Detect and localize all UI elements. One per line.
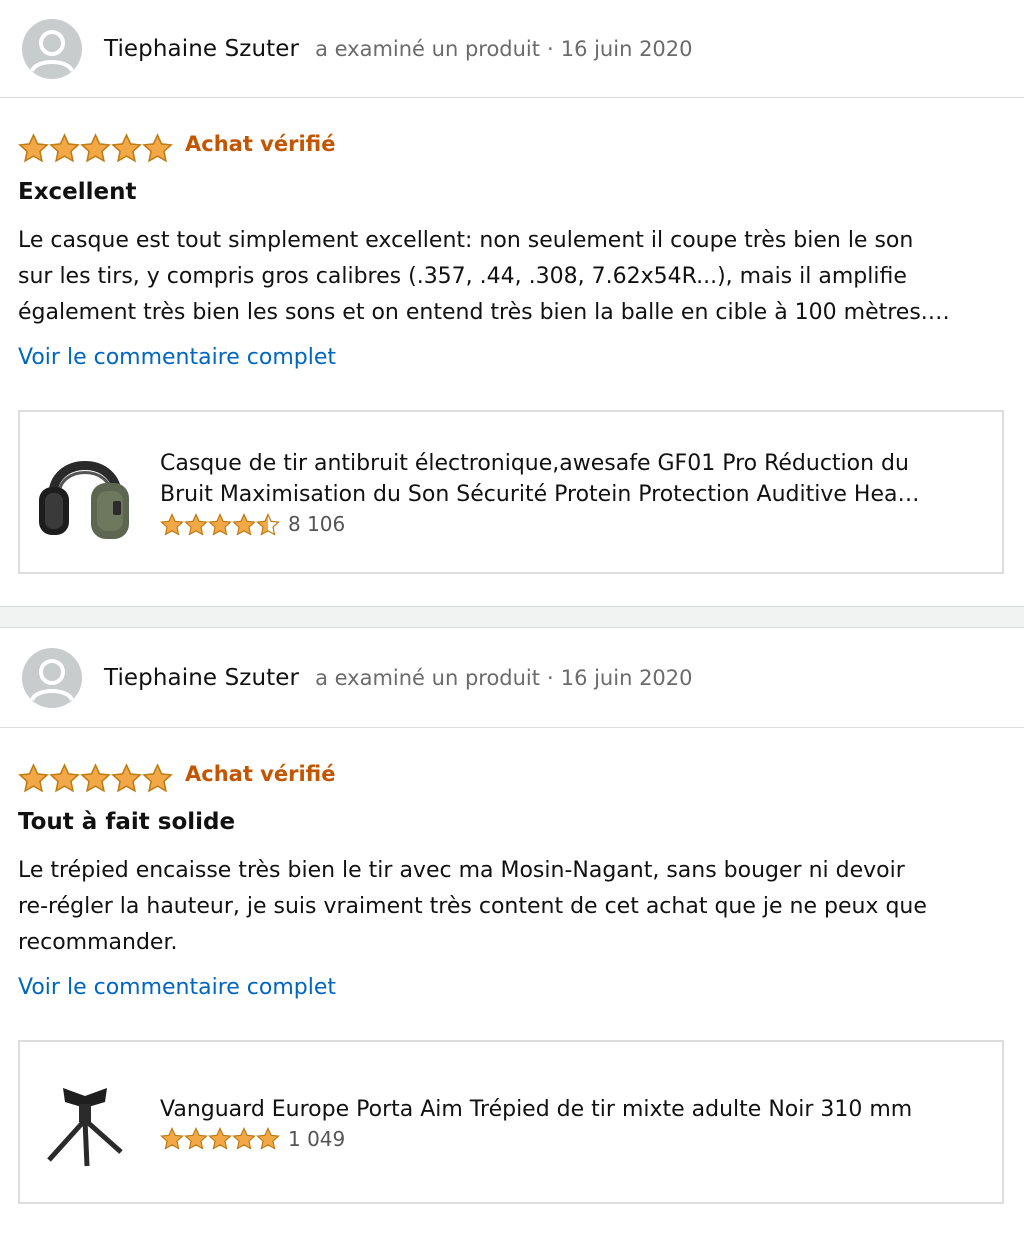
reviewer-name[interactable]: Tiephaine Szuter: [104, 665, 299, 691]
avatar[interactable]: [22, 647, 82, 708]
review-stars: [18, 133, 173, 163]
review-text-line: Le trépied encaisse très bien le tir ave…: [18, 858, 905, 883]
review-action: a examiné un produit: [315, 36, 541, 61]
review-date: 16 juin 2020: [560, 36, 693, 61]
verified-purchase-badge: Achat vérifié: [185, 132, 336, 156]
review-rating-row: Achat vérifié: [18, 762, 1006, 794]
star-icon: [232, 1127, 256, 1150]
review-text: Le casque est tout simplement excellent:…: [18, 223, 1008, 331]
star-icon: [18, 133, 49, 163]
review-meta: a examiné un produit · 16 juin 2020: [315, 37, 692, 61]
product-card[interactable]: Vanguard Europe Porta Aim Trépied de tir…: [18, 1040, 1004, 1204]
product-rating[interactable]: 1 049: [160, 1127, 990, 1151]
meta-separator: ·: [547, 665, 554, 690]
star-icon: [256, 1127, 280, 1150]
review-text-line: sur les tirs, y compris gros calibres (.…: [18, 264, 907, 289]
product-title[interactable]: Casque de tir antibruit électronique,awe…: [160, 448, 990, 510]
star-icon: [232, 512, 256, 536]
product-title-line: Vanguard Europe Porta Aim Trépied de tir…: [160, 1096, 913, 1122]
review-1: Tiephaine Szuter a examiné un produit · 16…: [0, 0, 1024, 574]
star-icon: [111, 763, 142, 793]
review-text: Le trépied encaisse très bien le tir ave…: [18, 853, 1008, 961]
review-stars: [18, 763, 173, 793]
star-icon: [184, 512, 208, 536]
review-text-line: re-régler la hauteur, je suis vraiment t…: [18, 894, 927, 919]
star-icon: [18, 763, 49, 793]
product-stars: [160, 512, 280, 536]
review-title: Tout à fait solide: [18, 809, 236, 835]
star-icon: [142, 133, 173, 163]
star-icon: [160, 512, 184, 536]
star-icon: [208, 1127, 232, 1150]
review-date: 16 juin 2020: [560, 665, 693, 690]
review-text-line: également très bien les sons et on enten…: [18, 300, 950, 325]
ear-defender-headset-icon[interactable]: [20, 427, 150, 557]
see-full-review-link[interactable]: Voir le commentaire complet: [18, 345, 336, 370]
product-card[interactable]: Casque de tir antibruit électronique,awe…: [18, 410, 1004, 574]
user-silhouette-icon: [30, 29, 74, 72]
see-full-review-link[interactable]: Voir le commentaire complet: [18, 975, 336, 1000]
reviewer-name[interactable]: Tiephaine Szuter: [104, 36, 299, 62]
product-title-line: Bruit Maximisation du Son Sécurité Prote…: [160, 482, 920, 507]
product-title[interactable]: Vanguard Europe Porta Aim Trépied de tir…: [160, 1094, 990, 1125]
star-icon: [111, 133, 142, 163]
shooting-tripod-icon[interactable]: [20, 1057, 150, 1187]
star-icon: [80, 763, 111, 793]
star-icon: [80, 133, 111, 163]
rating-count[interactable]: 8 106: [288, 512, 345, 536]
rating-count[interactable]: 1 049: [288, 1127, 345, 1151]
star-icon: [256, 512, 280, 536]
section-divider: [0, 606, 1024, 628]
product-stars: [160, 1127, 280, 1150]
review-meta: a examiné un produit · 16 juin 2020: [315, 666, 692, 690]
meta-separator: ·: [547, 36, 554, 61]
review-rating-row: Achat vérifié: [18, 132, 1006, 164]
star-icon: [184, 1127, 208, 1150]
product-rating[interactable]: 8 106: [160, 512, 990, 536]
review-action: a examiné un produit: [315, 665, 541, 690]
review-text-line: Le casque est tout simplement excellent:…: [18, 228, 914, 253]
verified-purchase-badge: Achat vérifié: [185, 762, 336, 786]
star-icon: [49, 763, 80, 793]
star-icon: [49, 133, 80, 163]
star-icon: [142, 763, 173, 793]
review-2: Tiephaine Szuter a examiné un produit · 16…: [0, 628, 1024, 1204]
review-header: Tiephaine Szuter a examiné un produit · 16…: [0, 628, 1024, 728]
star-icon: [160, 1127, 184, 1150]
review-title: Excellent: [18, 179, 137, 205]
review-header: Tiephaine Szuter a examiné un produit · 16…: [0, 0, 1024, 98]
product-title-line: Casque de tir antibruit électronique,awe…: [160, 451, 909, 476]
star-icon: [208, 512, 232, 536]
review-text-line: recommander.: [18, 930, 178, 955]
user-silhouette-icon: [30, 658, 74, 701]
avatar[interactable]: [22, 18, 82, 79]
